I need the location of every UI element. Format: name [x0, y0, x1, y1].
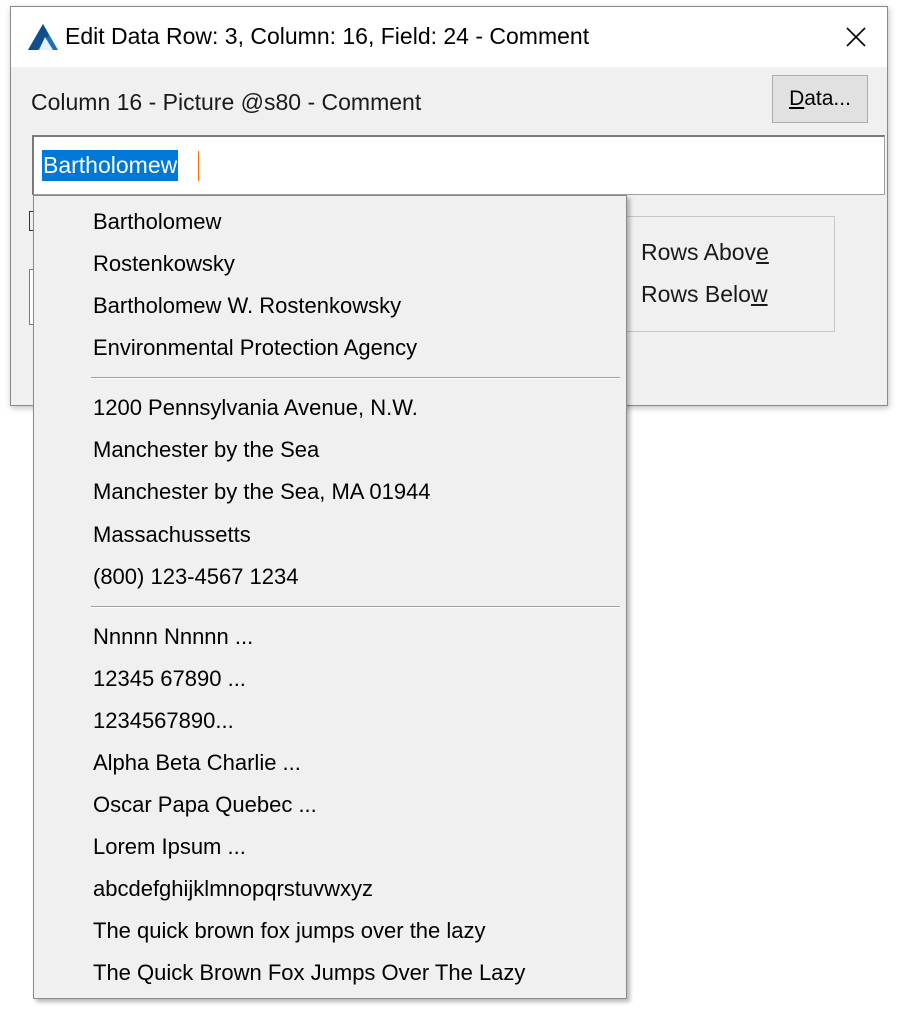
data-button[interactable]: Data... [772, 75, 868, 123]
rows-above-label: Rows Abov [641, 239, 757, 265]
menu-separator [91, 606, 620, 608]
menu-item[interactable]: Environmental Protection Agency [93, 334, 417, 362]
menu-item[interactable]: 12345 67890 ... [93, 665, 246, 693]
data-button-mnemonic: D [789, 87, 805, 110]
menu-item[interactable]: Massachussetts [93, 521, 251, 549]
menu-item[interactable]: Nnnnn Nnnnn ... [93, 623, 253, 651]
column-label: Column 16 - Picture @s80 - Comment [31, 89, 422, 115]
selected-text: Bartholomew [42, 150, 179, 181]
menu-item[interactable]: Bartholomew W. Rostenkowsky [93, 292, 401, 320]
menu-item[interactable]: The Quick Brown Fox Jumps Over The Lazy [93, 959, 525, 987]
text-caret [198, 151, 199, 181]
rows-above-option[interactable]: Rows Above [641, 239, 769, 266]
menu-item[interactable]: (800) 123-4567 1234 [93, 563, 299, 591]
menu-item[interactable]: Lorem Ipsum ... [93, 833, 246, 861]
close-button[interactable] [825, 7, 887, 67]
rows-below-label: Rows Belo [641, 281, 751, 307]
window-title: Edit Data Row: 3, Column: 16, Field: 24 … [65, 23, 590, 49]
comment-value-input[interactable]: Bartholomew [32, 135, 885, 195]
rows-group-box [609, 216, 835, 332]
menu-item[interactable]: Manchester by the Sea, MA 01944 [93, 478, 431, 506]
menu-item[interactable]: Oscar Papa Quebec ... [93, 791, 317, 819]
menu-item[interactable]: Bartholomew [93, 208, 221, 236]
suggestions-popup-menu: Bartholomew Rostenkowsky Bartholomew W. … [33, 195, 627, 999]
close-icon [846, 27, 866, 47]
rows-below-option[interactable]: Rows Below [641, 281, 768, 308]
menu-item[interactable]: 1200 Pennsylvania Avenue, N.W. [93, 394, 418, 422]
app-logo-icon [28, 24, 58, 50]
rows-above-mnemonic: e [756, 239, 769, 265]
data-button-label: ata... [804, 87, 851, 110]
menu-item[interactable]: Alpha Beta Charlie ... [93, 749, 301, 777]
menu-item[interactable]: The quick brown fox jumps over the lazy [93, 917, 486, 945]
menu-item[interactable]: Manchester by the Sea [93, 436, 319, 464]
title-bar: Edit Data Row: 3, Column: 16, Field: 24 … [11, 7, 887, 67]
rows-below-mnemonic: w [750, 281, 768, 307]
menu-item[interactable]: Rostenkowsky [93, 250, 235, 278]
menu-item[interactable]: abcdefghijklmnopqrstuvwxyz [93, 875, 373, 903]
menu-item[interactable]: 1234567890... [93, 707, 234, 735]
menu-separator [91, 377, 620, 379]
